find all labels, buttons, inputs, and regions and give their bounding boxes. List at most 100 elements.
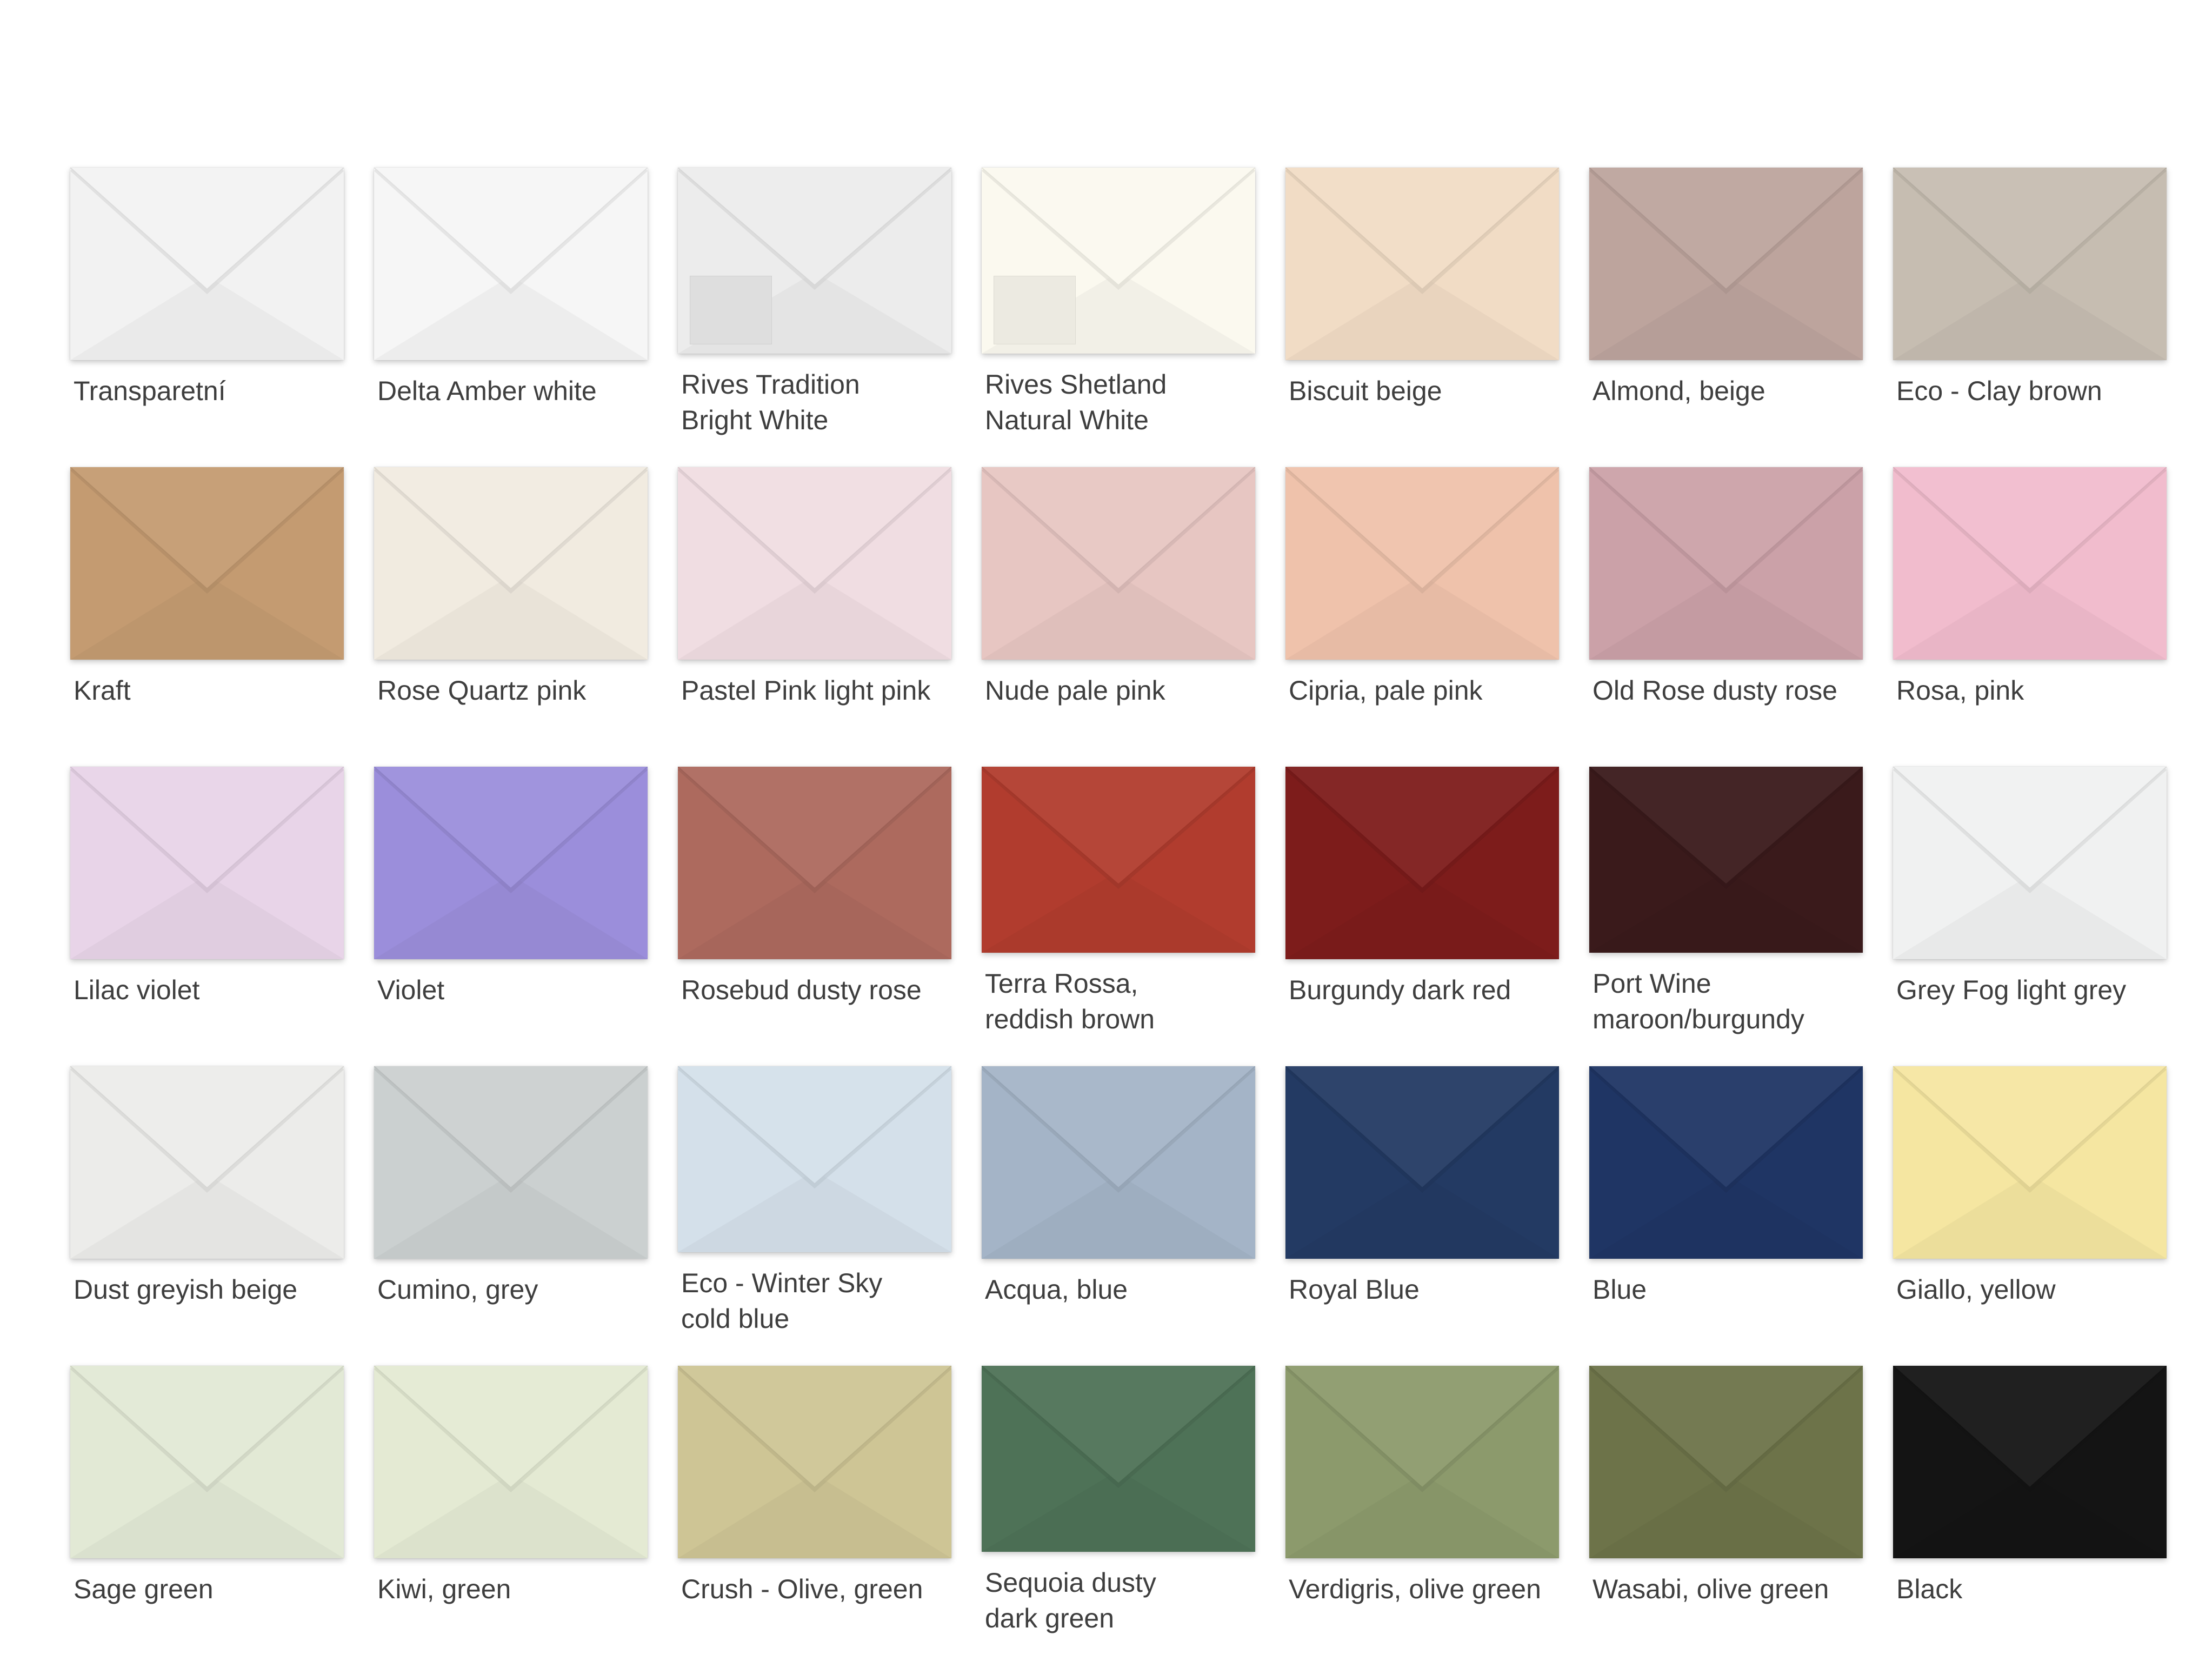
swatch-label: Lilac violet (74, 975, 200, 1005)
envelope-swatch: Rosebud dusty rose (678, 767, 951, 1037)
envelope-swatch: Rose Quartz pink (374, 467, 648, 738)
envelope-image (678, 1066, 951, 1252)
envelope-image (70, 467, 344, 660)
envelope-image (1285, 1366, 1559, 1558)
swatch-label: Transparetní (74, 376, 226, 406)
envelope-swatch: Eco - Winter Sky cold blue (678, 1066, 951, 1337)
swatch-label: Black (1896, 1574, 1963, 1604)
envelope-image (678, 467, 951, 660)
swatch-label: Terra Rossa, reddish brown (985, 968, 1155, 1034)
envelope-swatch: Sequoia dusty dark green (982, 1366, 1255, 1636)
envelope-swatch: Dust greyish beige (70, 1066, 344, 1337)
envelope-swatch: Nude pale pink (982, 467, 1255, 738)
envelope-image (1893, 168, 2167, 360)
envelope-image (1589, 467, 1863, 660)
envelope-swatch: Port Wine maroon/burgundy (1589, 767, 1863, 1037)
envelope-image (982, 467, 1255, 660)
envelope-image (678, 767, 951, 959)
envelope-image (678, 168, 951, 354)
envelope-image (1893, 467, 2167, 660)
paper-texture-sample (690, 276, 772, 344)
envelope-image (1285, 467, 1559, 660)
swatch-label: Grey Fog light grey (1896, 975, 2127, 1005)
envelope-swatch: Kraft (70, 467, 344, 738)
envelope-swatch: Rives Tradition Bright White (678, 168, 951, 438)
envelope-color-grid: Transparetní Delta Amber white Rives Tradi… (70, 168, 2167, 1633)
envelope-swatch: Acqua, blue (982, 1066, 1255, 1337)
envelope-image (1589, 1366, 1863, 1558)
swatch-label: Nude pale pink (985, 675, 1165, 706)
envelope-swatch: Pastel Pink light pink (678, 467, 951, 738)
swatch-label: Giallo, yellow (1896, 1274, 2056, 1305)
swatch-label: Blue (1593, 1274, 1647, 1305)
swatch-label: Sage green (74, 1574, 214, 1604)
swatch-label: Rosebud dusty rose (681, 975, 922, 1005)
envelope-swatch: Terra Rossa, reddish brown (982, 767, 1255, 1037)
envelope-swatch: Burgundy dark red (1285, 767, 1559, 1037)
envelope-image (1285, 1066, 1559, 1259)
swatch-label: Biscuit beige (1289, 376, 1442, 406)
envelope-swatch: Rosa, pink (1893, 467, 2167, 738)
swatch-label: Wasabi, olive green (1593, 1574, 1829, 1604)
envelope-image (678, 1366, 951, 1558)
envelope-image (374, 1366, 648, 1558)
envelope-image (374, 168, 648, 360)
envelope-image (1285, 168, 1559, 360)
envelope-swatch: Blue (1589, 1066, 1863, 1337)
envelope-swatch: Cipria, pale pink (1285, 467, 1559, 738)
envelope-swatch: Rives Shetland Natural White (982, 168, 1255, 438)
swatch-label: Eco - Winter Sky cold blue (681, 1268, 883, 1334)
envelope-image (70, 1366, 344, 1558)
envelope-image (982, 1366, 1255, 1552)
swatch-label: Rives Shetland Natural White (985, 369, 1167, 435)
swatch-label: Cipria, pale pink (1289, 675, 1483, 706)
envelope-image (1589, 1066, 1863, 1259)
swatch-label: Delta Amber white (377, 376, 597, 406)
envelope-image (70, 767, 344, 959)
envelope-image (374, 467, 648, 660)
envelope-image (1893, 1066, 2167, 1259)
swatch-label: Crush - Olive, green (681, 1574, 923, 1604)
swatch-label: Rosa, pink (1896, 675, 2024, 706)
envelope-swatch: Verdigris, olive green (1285, 1366, 1559, 1636)
swatch-label: Cumino, grey (377, 1274, 538, 1305)
envelope-swatch: Kiwi, green (374, 1366, 648, 1636)
envelope-swatch: Giallo, yellow (1893, 1066, 2167, 1337)
swatch-label: Royal Blue (1289, 1274, 1420, 1305)
envelope-image (374, 767, 648, 959)
envelope-swatch: Sage green (70, 1366, 344, 1636)
envelope-swatch: Almond, beige (1589, 168, 1863, 438)
swatch-label: Dust greyish beige (74, 1274, 298, 1305)
envelope-image (982, 767, 1255, 953)
envelope-image (70, 168, 344, 360)
swatch-label: Pastel Pink light pink (681, 675, 931, 706)
envelope-swatch: Royal Blue (1285, 1066, 1559, 1337)
swatch-label: Burgundy dark red (1289, 975, 1511, 1005)
swatch-label: Eco - Clay brown (1896, 376, 2102, 406)
swatch-label: Verdigris, olive green (1289, 1574, 1541, 1604)
envelope-swatch: Delta Amber white (374, 168, 648, 438)
envelope-image (982, 1066, 1255, 1259)
swatch-label: Almond, beige (1593, 376, 1765, 406)
swatch-label: Old Rose dusty rose (1593, 675, 1837, 706)
swatch-label: Port Wine maroon/burgundy (1593, 968, 1804, 1034)
envelope-image (374, 1066, 648, 1259)
envelope-image (70, 1066, 344, 1259)
paper-texture-sample (994, 276, 1076, 344)
swatch-label: Acqua, blue (985, 1274, 1128, 1305)
envelope-swatch: Eco - Clay brown (1893, 168, 2167, 438)
envelope-image (982, 168, 1255, 354)
swatch-label: Rose Quartz pink (377, 675, 587, 706)
envelope-swatch: Cumino, grey (374, 1066, 648, 1337)
swatch-label: Rives Tradition Bright White (681, 369, 860, 435)
envelope-image (1285, 767, 1559, 959)
envelope-swatch: Violet (374, 767, 648, 1037)
envelope-swatch: Transparetní (70, 168, 344, 438)
envelope-image (1893, 1366, 2167, 1558)
envelope-image (1893, 767, 2167, 959)
swatch-label: Violet (377, 975, 445, 1005)
swatch-label: Sequoia dusty dark green (985, 1567, 1156, 1633)
envelope-swatch: Lilac violet (70, 767, 344, 1037)
envelope-swatch: Wasabi, olive green (1589, 1366, 1863, 1636)
envelope-swatch: Grey Fog light grey (1893, 767, 2167, 1037)
